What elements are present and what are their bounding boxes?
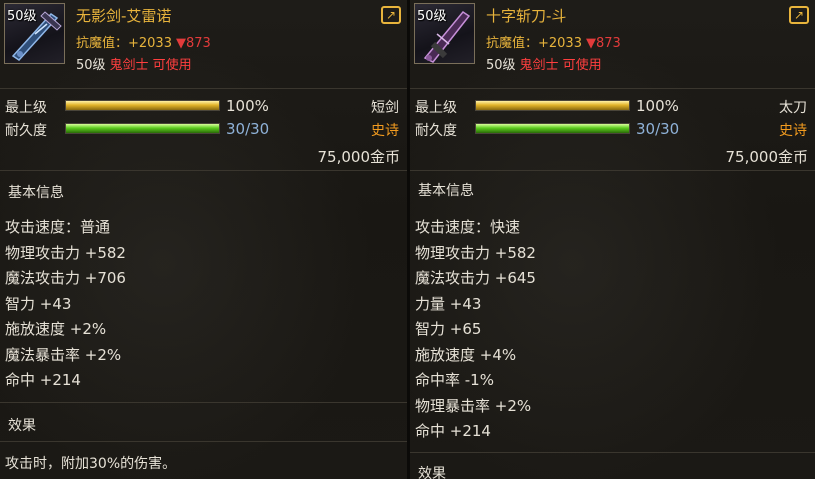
grade-value: 100%: [636, 97, 679, 115]
magic-resist-diff: ▼873: [585, 36, 621, 51]
grade-row: 最上级 100% 太刀: [410, 96, 815, 116]
divider: [410, 452, 815, 453]
item-level-badge: 50级: [7, 9, 37, 24]
divider: [0, 402, 407, 403]
stat-line: 命中 +214: [5, 371, 81, 389]
grade-value: 100%: [226, 97, 269, 115]
item-tooltip-1: 50级 无影剑-艾雷诺 抗魔值：+2033 ▼873 50级 鬼剑士 可使用 ↗ 最…: [0, 0, 410, 479]
durability-label: 耐久度: [415, 123, 457, 139]
item-header: 50级 无影剑-艾雷诺 抗魔值：+2033 ▼873 50级 鬼剑士 可使用 ↗: [0, 0, 407, 84]
stat-line: 攻击速度：快速: [415, 218, 521, 236]
divider: [410, 88, 815, 89]
item-name: 十字斩刀-斗: [486, 7, 567, 25]
effect-description: 攻击时，附加30%的伤害。: [5, 456, 177, 472]
magic-resist-diff: ▼873: [175, 36, 211, 51]
stat-line: 命中率 -1%: [415, 371, 494, 389]
magic-resist: 抗魔值：+2033 ▼873: [486, 32, 621, 51]
durability-value: 30/30: [226, 120, 270, 138]
magic-resist: 抗魔值：+2033 ▼873: [76, 32, 211, 51]
item-compare-view: 50级 无影剑-艾雷诺 抗魔值：+2033 ▼873 50级 鬼剑士 可使用 ↗ 最…: [0, 0, 815, 479]
item-level-badge: 50级: [417, 9, 447, 24]
section-effect: 效果: [8, 418, 36, 434]
magic-resist-value: 抗魔值：+2033: [486, 36, 582, 51]
durability-bar-fill: [66, 124, 219, 133]
grade-bar-fill: [66, 101, 219, 110]
stat-line: 施放速度 +4%: [415, 345, 517, 364]
durability-bar: [475, 123, 630, 134]
durability-row: 耐久度 30/30 史诗: [0, 119, 407, 139]
stat-line: 命中 +214: [415, 422, 491, 440]
item-price: 75,000金币: [317, 148, 401, 166]
stat-line: 魔法暴击率 +2%: [5, 345, 122, 364]
share-arrow-icon[interactable]: ↗: [789, 6, 809, 24]
stat-line: 物理暴击率 +2%: [415, 396, 532, 415]
divider: [0, 441, 407, 442]
stat-line: 魔法攻击力 +706: [5, 269, 126, 287]
grade-bar: [65, 100, 220, 111]
stat-line: 施放速度 +2%: [5, 320, 107, 338]
rarity-label: 史诗: [371, 123, 399, 139]
durability-bar-fill: [476, 124, 629, 133]
grade-label: 最上级: [5, 100, 47, 116]
katana-icon[interactable]: 50级: [414, 3, 475, 64]
durability-label: 耐久度: [5, 123, 47, 139]
stat-line: 物理攻击力 +582: [5, 243, 126, 262]
grade-bar: [475, 100, 630, 111]
durability-value: 30/30: [636, 120, 680, 138]
item-price: 75,000金币: [725, 148, 809, 166]
durability-row: 耐久度 30/30 史诗: [410, 119, 815, 139]
section-basic-info: 基本信息: [418, 183, 474, 199]
stat-line: 智力 +43: [5, 294, 72, 313]
item-name: 无影剑-艾雷诺: [76, 7, 172, 25]
item-header: 50级 十字斩刀-斗 抗魔值：+2033 ▼873 50级 鬼剑士 可使用 ↗: [410, 0, 815, 84]
section-basic-info: 基本信息: [8, 185, 64, 201]
section-effect: 效果: [418, 466, 446, 479]
item-tooltip-2: 50级 十字斩刀-斗 抗魔值：+2033 ▼873 50级 鬼剑士 可使用 ↗ 最上…: [410, 0, 815, 479]
grade-row: 最上级 100% 短剑: [0, 96, 407, 116]
stat-line: 物理攻击力 +582: [415, 243, 536, 262]
requirement: 50级 鬼剑士 可使用: [76, 54, 192, 73]
magic-resist-value: 抗魔值：+2033: [76, 36, 172, 51]
stat-line: 力量 +43: [415, 294, 482, 313]
dagger-icon[interactable]: 50级: [4, 3, 65, 64]
share-arrow-icon[interactable]: ↗: [381, 6, 401, 24]
divider: [410, 170, 815, 171]
required-class: 鬼剑士 可使用: [109, 58, 192, 73]
rarity-label: 史诗: [779, 123, 807, 139]
weapon-type: 太刀: [779, 100, 807, 116]
requirement: 50级 鬼剑士 可使用: [486, 54, 602, 73]
stat-line: 魔法攻击力 +645: [415, 269, 536, 287]
divider: [0, 170, 407, 171]
required-level: 50级: [486, 58, 516, 73]
durability-bar: [65, 123, 220, 134]
grade-bar-fill: [476, 101, 629, 110]
grade-label: 最上级: [415, 100, 457, 116]
required-level: 50级: [76, 58, 106, 73]
stat-line: 攻击速度：普通: [5, 218, 111, 236]
weapon-type: 短剑: [371, 100, 399, 116]
stat-line: 智力 +65: [415, 320, 482, 338]
required-class: 鬼剑士 可使用: [519, 58, 602, 73]
divider: [0, 88, 407, 89]
